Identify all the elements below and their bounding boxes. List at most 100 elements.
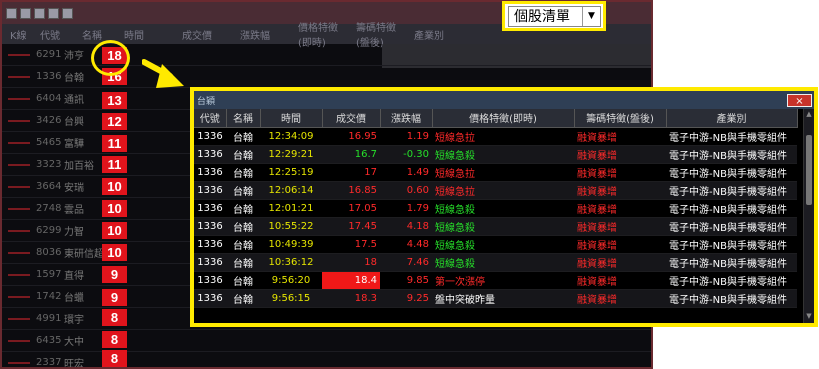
sparkline-icon — [8, 186, 30, 188]
cell-code: 1336 — [194, 127, 226, 146]
background-code: 3426 — [36, 115, 62, 126]
table-row[interactable]: 1336 台翰 12:29:21 16.7 -0.30 短線急殺 融資暴增 電子中游-NB與手… — [194, 145, 797, 164]
sparkline-icon — [8, 296, 30, 298]
background-header-cell: 漲跌幅 — [240, 30, 270, 42]
sparkline-icon — [8, 98, 30, 100]
cell-name: 台翰 — [226, 289, 260, 308]
cell-industry: 電子中游-NB與手機零組件 — [666, 145, 797, 164]
table-row[interactable]: 1336 台翰 12:01:21 17.05 1.79 短線急殺 融資暴增 電子中游-NB與手… — [194, 199, 797, 218]
column-header[interactable]: 漲跌幅 — [380, 109, 433, 128]
sparkline-icon — [8, 230, 30, 232]
cell-industry: 電子中游-NB與手機零組件 — [666, 253, 797, 272]
background-row: 6435 大中 — [2, 330, 651, 352]
scroll-thumb[interactable] — [806, 135, 812, 205]
background-header-cell: K線 — [10, 30, 27, 42]
background-header-cell: 時間 — [124, 30, 144, 42]
cell-price-feature: 短線急殺 — [432, 199, 574, 218]
table-row[interactable]: 1336 台翰 10:49:39 17.5 4.48 短線急殺 融資暴增 電子中游-NB與手機… — [194, 235, 797, 254]
background-name: 旺宏 — [64, 359, 84, 369]
cell-industry: 電子中游-NB與手機零組件 — [666, 163, 797, 182]
background-name: 安瑞 — [64, 183, 84, 194]
background-code: 8036 — [36, 247, 62, 258]
background-code: 2748 — [36, 203, 62, 214]
cell-code: 1336 — [194, 145, 226, 164]
toolbar-square-icon[interactable] — [6, 7, 17, 19]
stock-list-dropdown[interactable]: 個股清單 ▼ — [508, 5, 601, 27]
background-name: 大中 — [64, 337, 84, 348]
cell-chip-feature: 融資暴增 — [574, 235, 666, 254]
cell-price: 16.7 — [322, 145, 380, 164]
table-row[interactable]: 1336 台翰 12:06:14 16.85 0.60 短線急拉 融資暴增 電子中游-NB與手… — [194, 181, 797, 200]
background-code: 6291 — [36, 49, 62, 60]
stock-list-selector[interactable]: 個股清單 ▼ — [502, 1, 606, 31]
close-icon[interactable]: × — [787, 93, 812, 107]
column-header[interactable]: 成交價 — [322, 109, 381, 128]
cell-price-feature: 短線急殺 — [432, 253, 574, 272]
count-badge: 10 — [102, 222, 127, 239]
count-badge: 9 — [102, 289, 127, 306]
signal-table: 代號 名稱 時間 成交價 漲跌幅 價格特徵(即時) 籌碼特徵(盤後) 產業別 1336 台翰 12… — [194, 109, 798, 308]
cell-chip-feature: 融資暴增 — [574, 181, 666, 200]
cell-time: 10:55:22 — [260, 217, 322, 236]
dropdown-value: 個股清單 — [514, 9, 570, 25]
cell-price-feature: 短線急殺 — [432, 217, 574, 236]
cell-name: 台翰 — [226, 235, 260, 254]
cell-code: 1336 — [194, 289, 226, 308]
toolbar-square-icon[interactable] — [20, 7, 31, 19]
cell-chip-feature: 融資暴增 — [574, 199, 666, 218]
highlight-circle — [91, 40, 130, 76]
cell-name: 台翰 — [226, 217, 260, 236]
background-header-cell: 成交價 — [182, 30, 212, 42]
table-row[interactable]: 1336 台翰 10:36:12 18 7.46 短線急殺 融資暴增 電子中游-NB與手機零組… — [194, 253, 797, 272]
column-header[interactable]: 代號 — [194, 109, 227, 128]
cell-industry: 電子中游-NB與手機零組件 — [666, 181, 797, 200]
column-header[interactable]: 產業別 — [666, 109, 798, 128]
cell-chip-feature: 融資暴增 — [574, 271, 666, 290]
popup-titlebar: 台穎 × — [194, 91, 814, 109]
scroll-down-icon[interactable]: ▼ — [804, 312, 814, 322]
cell-name: 台翰 — [226, 253, 260, 272]
cell-code: 1336 — [194, 181, 226, 200]
toolbar-square-icon[interactable] — [34, 7, 45, 19]
cell-price-feature: 短線急拉 — [432, 127, 574, 146]
column-header[interactable]: 籌碼特徵(盤後) — [574, 109, 667, 128]
count-badge: 10 — [102, 178, 127, 195]
vertical-scrollbar[interactable]: ▲ ▼ — [803, 109, 814, 323]
sparkline-icon — [8, 340, 30, 342]
cell-chip-feature: 融資暴增 — [574, 163, 666, 182]
cell-change: 7.46 — [380, 253, 432, 272]
cell-time: 9:56:20 — [260, 271, 322, 290]
toolbar-square-icon[interactable] — [48, 7, 59, 19]
sparkline-icon — [8, 142, 30, 144]
count-badge: 10 — [102, 200, 127, 217]
table-row[interactable]: 1336 台翰 10:55:22 17.45 4.18 短線急殺 融資暴增 電子中游-NB與手… — [194, 217, 797, 236]
cell-price: 16.95 — [322, 127, 380, 146]
count-badge: 8 — [102, 350, 127, 367]
background-code: 1336 — [36, 71, 62, 82]
column-header[interactable]: 時間 — [260, 109, 323, 128]
table-row[interactable]: 1336 台翰 9:56:20 18.4 9.85 第一次漲停 融資暴增 電子中游-NB與手機… — [194, 271, 797, 290]
sparkline-icon — [8, 54, 30, 56]
background-name: 直得 — [64, 271, 84, 282]
table-row[interactable]: 1336 台翰 12:34:09 16.95 1.19 短線急拉 融資暴增 電子中游-NB與手… — [194, 127, 797, 146]
background-name: 台興 — [64, 117, 84, 128]
toolbar-square-icon[interactable] — [62, 7, 73, 19]
chevron-down-icon[interactable]: ▼ — [582, 6, 600, 26]
table-row[interactable]: 1336 台翰 12:25:19 17 1.49 短線急拉 融資暴增 電子中游-NB與手機零組… — [194, 163, 797, 182]
background-row: 2337 旺宏 — [2, 352, 651, 369]
background-code: 4991 — [36, 313, 62, 324]
cell-industry: 電子中游-NB與手機零組件 — [666, 199, 797, 218]
cell-price-feature: 短線急殺 — [432, 235, 574, 254]
cell-chip-feature: 融資暴增 — [574, 289, 666, 308]
count-badge: 8 — [102, 309, 127, 326]
cell-price: 17.5 — [322, 235, 380, 254]
sparkline-icon — [8, 208, 30, 210]
sparkline-icon — [8, 252, 30, 254]
table-row[interactable]: 1336 台翰 9:56:15 18.3 9.25 盤中突破昨量 融資暴增 電子中游-NB與手… — [194, 289, 797, 308]
scroll-up-icon[interactable]: ▲ — [804, 110, 814, 120]
column-header[interactable]: 名稱 — [226, 109, 261, 128]
background-code: 1742 — [36, 291, 62, 302]
cell-industry: 電子中游-NB與手機零組件 — [666, 235, 797, 254]
cell-chip-feature: 融資暴增 — [574, 145, 666, 164]
column-header[interactable]: 價格特徵(即時) — [432, 109, 575, 128]
